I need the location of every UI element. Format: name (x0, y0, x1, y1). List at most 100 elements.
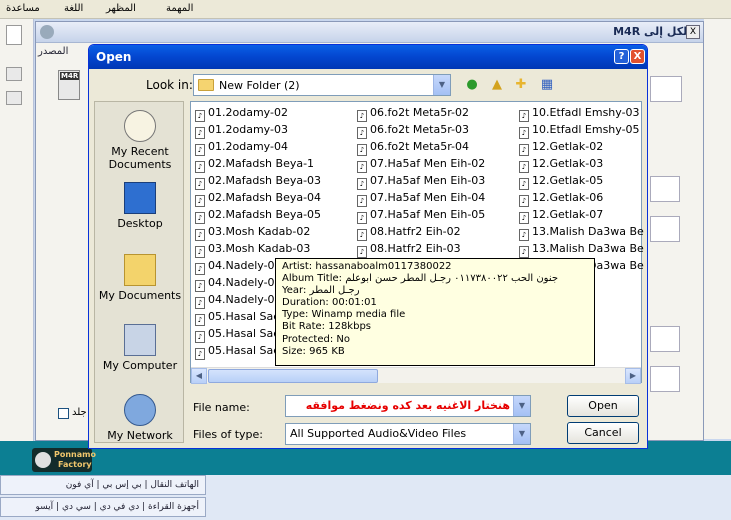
menu-language[interactable]: اللغة (64, 3, 83, 14)
menu-appearance[interactable]: المظهر (106, 3, 136, 14)
file-item[interactable]: ♪ 03.Mosh Kadab-02 (195, 225, 310, 242)
file-item[interactable]: ♪ 12.Getlak-06 (519, 191, 603, 208)
file-name-text: 01.2odamy-03 (208, 123, 288, 136)
list-item[interactable]: الهاتف النقال | بي إس بي | آي فون (0, 475, 206, 495)
file-item[interactable]: ♪ 02.Mafadsh Beya-03 (195, 174, 321, 191)
scroll-left-icon[interactable]: ◀ (191, 368, 207, 384)
file-item[interactable]: ♪ 10.Etfadl Emshy-05 (519, 123, 640, 140)
file-name-text: 04.Nadely-03 (208, 276, 282, 289)
file-name-text: 13.Malish Da3wa Be H (532, 242, 648, 255)
tool-icon (6, 91, 22, 105)
audio-file-icon: ♪ (357, 110, 367, 122)
audio-file-icon: ♪ (195, 195, 205, 207)
list-item[interactable]: أجهزة القراءة | دي في دي | سي دي | آيسو (0, 497, 206, 517)
file-tooltip: Artist: hassanaboalm0117380022 Album Titl… (275, 258, 595, 366)
place-my-documents[interactable]: My Documents (95, 254, 185, 302)
file-name-text: 04.Nadely-02 (208, 259, 282, 272)
audio-file-icon: ♪ (519, 110, 529, 122)
views-menu-icon[interactable]: ▦ (536, 76, 558, 94)
folder-icon (198, 79, 214, 91)
horizontal-scrollbar[interactable]: ◀ ▶ (191, 367, 641, 384)
menu-task[interactable]: المهمة (166, 3, 193, 14)
dialog-title: Open (96, 50, 132, 64)
category-list: الهاتف النقال | بي إس بي | آي فون أجهزة … (0, 475, 731, 520)
side-button[interactable] (650, 326, 680, 352)
file-name-text: 12.Getlak-07 (532, 208, 604, 221)
file-item[interactable]: ♪ 01.2odamy-03 (195, 123, 288, 140)
place-desktop[interactable]: Desktop (95, 182, 185, 230)
file-item[interactable]: ♪ 02.Mafadsh Beya-04 (195, 191, 321, 208)
audio-file-icon: ♪ (195, 331, 205, 343)
file-item[interactable]: ♪ 05.Hasal Saer (195, 327, 285, 344)
audio-file-icon: ♪ (195, 263, 205, 275)
file-item[interactable]: ♪ 07.Ha5af Men Eih-03 (357, 174, 485, 191)
file-item[interactable]: ♪ 03.Mosh Kadab-03 (195, 242, 310, 259)
chevron-down-icon[interactable]: ▼ (433, 75, 450, 95)
file-item[interactable]: ♪ 01.2odamy-04 (195, 140, 288, 157)
file-item[interactable]: ♪ 12.Getlak-02 (519, 140, 603, 157)
help-button[interactable]: ? (614, 49, 629, 64)
side-button[interactable] (650, 216, 680, 242)
file-item[interactable]: ♪ 07.Ha5af Men Eih-05 (357, 208, 485, 225)
file-name-value: هنختار الاغنيه بعد كده ونضغط موافقه (305, 399, 510, 412)
file-item[interactable]: ♪13.Malish Da3wa Be H (519, 225, 647, 242)
menu-help[interactable]: مساعدة (6, 3, 40, 14)
tooltip-line: Year: رجـل المطر (282, 285, 360, 297)
file-name-text: 03.Mosh Kadab-03 (208, 242, 311, 255)
scroll-right-icon[interactable]: ▶ (625, 368, 641, 384)
file-item[interactable]: ♪ 12.Getlak-05 (519, 174, 603, 191)
document-icon (6, 25, 22, 45)
file-item[interactable]: ♪ 06.fo2t Meta5r-03 (357, 123, 469, 140)
side-button[interactable] (650, 76, 682, 102)
scroll-thumb[interactable] (208, 369, 378, 383)
file-item[interactable]: ♪ 07.Ha5af Men Eih-04 (357, 191, 485, 208)
desktop-icon (124, 182, 156, 214)
audio-file-icon: ♪ (357, 127, 367, 139)
file-name-input[interactable]: هنختار الاغنيه بعد كده ونضغط موافقه ▼ (285, 395, 531, 417)
file-item[interactable]: ♪ 10.Etfadl Emshy-03 (519, 106, 640, 123)
cancel-button[interactable]: Cancel (567, 422, 639, 444)
chevron-down-icon[interactable]: ▼ (513, 424, 530, 444)
look-in-select[interactable]: New Folder (2) ▼ (193, 74, 451, 96)
close-button[interactable]: X (630, 49, 645, 64)
audio-file-icon: ♪ (195, 229, 205, 241)
file-item[interactable]: ♪ 12.Getlak-07 (519, 208, 603, 225)
open-button[interactable]: Open (567, 395, 639, 417)
file-item[interactable]: ♪ 06.fo2t Meta5r-04 (357, 140, 469, 157)
file-item[interactable]: ♪ 02.Mafadsh Beya-1 (195, 157, 314, 174)
file-item[interactable]: ♪ 04.Nadely-03 (195, 276, 282, 293)
file-item[interactable]: ♪ 04.Nadely-02 (195, 259, 282, 276)
file-item[interactable]: ♪ 02.Mafadsh Beya-05 (195, 208, 321, 225)
look-in-value: New Folder (2) (219, 79, 300, 92)
up-folder-icon[interactable]: ▲ (488, 76, 506, 94)
chevron-down-icon[interactable]: ▼ (513, 396, 530, 416)
place-my-computer[interactable]: My Computer (95, 324, 185, 372)
place-my-network[interactable]: My Network (95, 394, 185, 442)
file-name-text: 06.fo2t Meta5r-02 (370, 106, 469, 119)
open-dialog: Open ? X Look in: New Folder (2) ▼ ● ▲ ✚… (88, 44, 648, 449)
file-name-text: 05.Hasal Saer (208, 327, 285, 340)
checkbox[interactable] (58, 408, 69, 419)
audio-file-icon: ♪ (519, 212, 529, 224)
file-item[interactable]: ♪ 05.Hasal Saer (195, 310, 285, 327)
converter-title: M4R الكل إلى (613, 25, 691, 38)
file-item[interactable]: ♪ 01.2odamy-02 (195, 106, 288, 123)
file-item[interactable]: ♪ 04.Nadely-04 (195, 293, 282, 310)
side-button[interactable] (650, 366, 680, 392)
file-item[interactable]: ♪ 12.Getlak-03 (519, 157, 603, 174)
file-item[interactable]: ♪ 07.Ha5af Men Eih-02 (357, 157, 485, 174)
file-item[interactable]: ♪ 08.Hatfr2 Eih-02 (357, 225, 461, 242)
side-button[interactable] (650, 176, 680, 202)
file-item[interactable]: ♪13.Malish Da3wa Be H (519, 242, 648, 259)
file-item[interactable]: ♪ 08.Hatfr2 Eih-03 (357, 242, 461, 259)
file-item[interactable]: ♪ 05.Hasal Saer (195, 344, 285, 361)
file-name-text: 01.2odamy-02 (208, 106, 288, 119)
file-name-text: 02.Mafadsh Beya-04 (208, 191, 322, 204)
back-icon[interactable]: ● (463, 76, 481, 94)
files-of-type-select[interactable]: All Supported Audio&Video Files ▼ (285, 423, 531, 445)
audio-file-icon: ♪ (519, 195, 529, 207)
converter-close-button[interactable]: X (686, 25, 700, 39)
place-recent[interactable]: My Recent Documents (95, 110, 185, 171)
new-folder-icon[interactable]: ✚ (512, 76, 530, 94)
file-item[interactable]: ♪ 06.fo2t Meta5r-02 (357, 106, 469, 123)
